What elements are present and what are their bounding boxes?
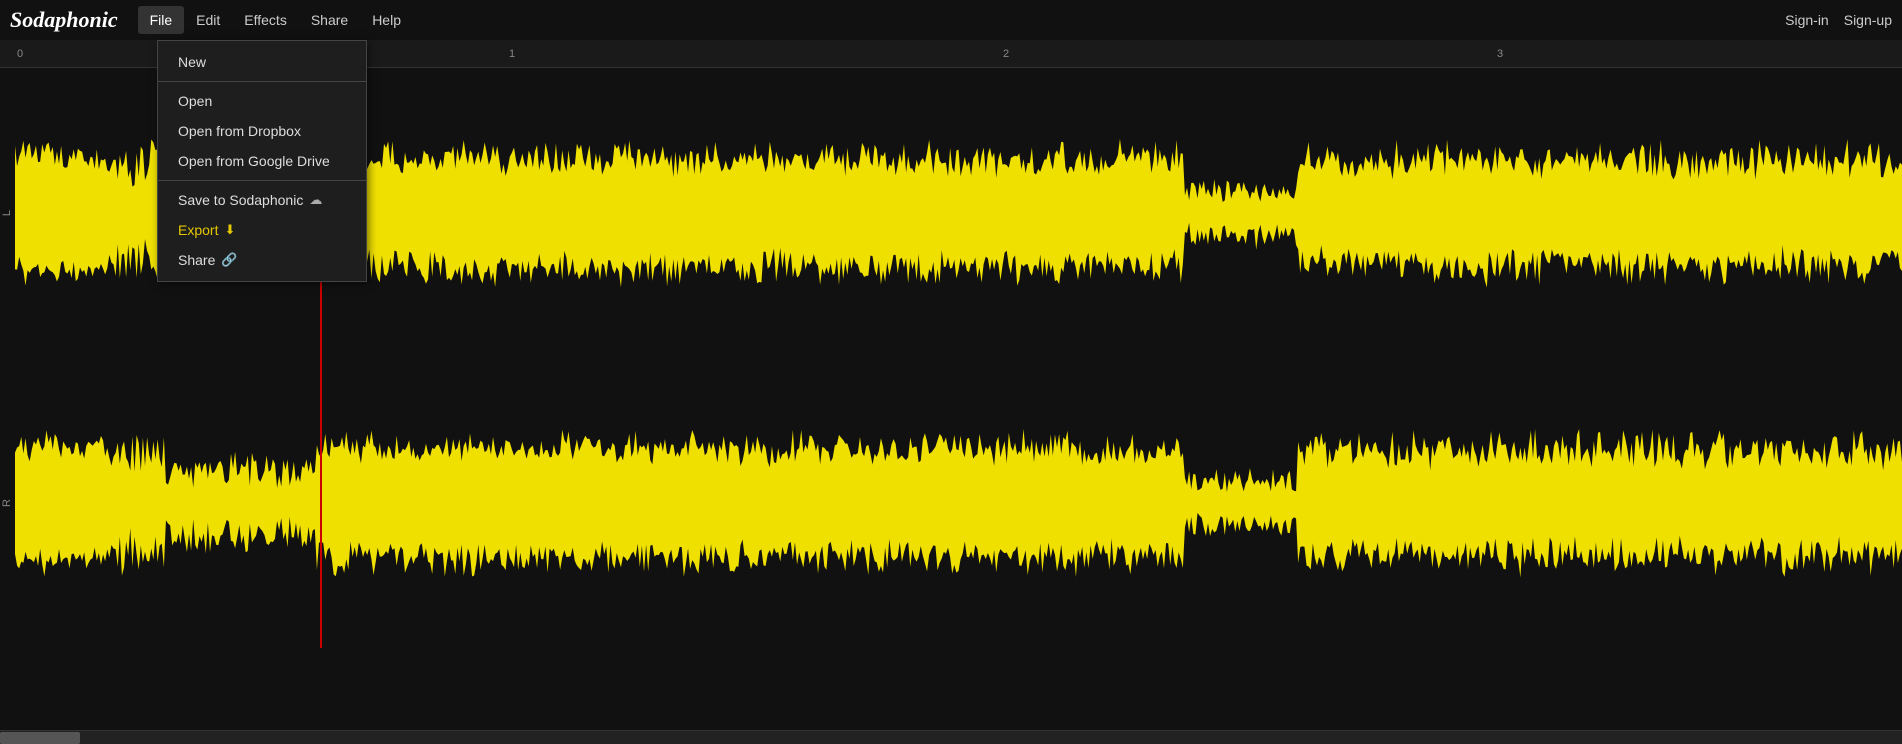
menubar: Sodaphonic File Edit Effects Share Help …	[0, 0, 1902, 40]
app-logo: Sodaphonic	[10, 7, 118, 33]
menu-help[interactable]: Help	[360, 6, 413, 34]
signup-link[interactable]: Sign-up	[1844, 12, 1892, 28]
menu-edit[interactable]: Edit	[184, 6, 232, 34]
waveform-track-right[interactable]: R	[0, 358, 1902, 648]
menu-effects[interactable]: Effects	[232, 6, 299, 34]
tick-1: 1	[509, 48, 515, 60]
signin-link[interactable]: Sign-in	[1785, 12, 1829, 28]
scrollbar[interactable]	[0, 730, 1902, 744]
menu-item-export[interactable]: Export ⬇	[158, 215, 366, 245]
channel-label-right: R	[0, 499, 14, 507]
share-text: Share	[178, 252, 215, 268]
tick-2: 2	[1003, 48, 1009, 60]
auth-links: Sign-in Sign-up	[1785, 12, 1892, 28]
separator-1	[158, 81, 366, 82]
waveform-svg-right	[0, 358, 1902, 648]
scrollbar-thumb[interactable]	[0, 732, 80, 744]
link-icon: 🔗	[221, 252, 237, 268]
download-icon: ⬇	[224, 222, 235, 238]
menu-item-share[interactable]: Share 🔗	[158, 245, 366, 275]
menu-item-open[interactable]: Open	[158, 86, 366, 116]
menu-file[interactable]: File	[138, 6, 185, 34]
cloud-icon: ☁	[309, 192, 322, 208]
channel-label-left: L	[0, 210, 14, 216]
menu-item-open-gdrive[interactable]: Open from Google Drive	[158, 146, 366, 176]
tick-3: 3	[1497, 48, 1503, 60]
file-dropdown-menu: New Open Open from Dropbox Open from Goo…	[157, 40, 367, 282]
save-text: Save to Sodaphonic	[178, 192, 303, 208]
menu-item-new[interactable]: New	[158, 47, 366, 77]
menu-share[interactable]: Share	[299, 6, 360, 34]
tick-0: 0	[17, 48, 23, 60]
menu-item-open-dropbox[interactable]: Open from Dropbox	[158, 116, 366, 146]
separator-2	[158, 180, 366, 181]
menu-item-save[interactable]: Save to Sodaphonic ☁	[158, 185, 366, 215]
export-text: Export	[178, 222, 218, 238]
